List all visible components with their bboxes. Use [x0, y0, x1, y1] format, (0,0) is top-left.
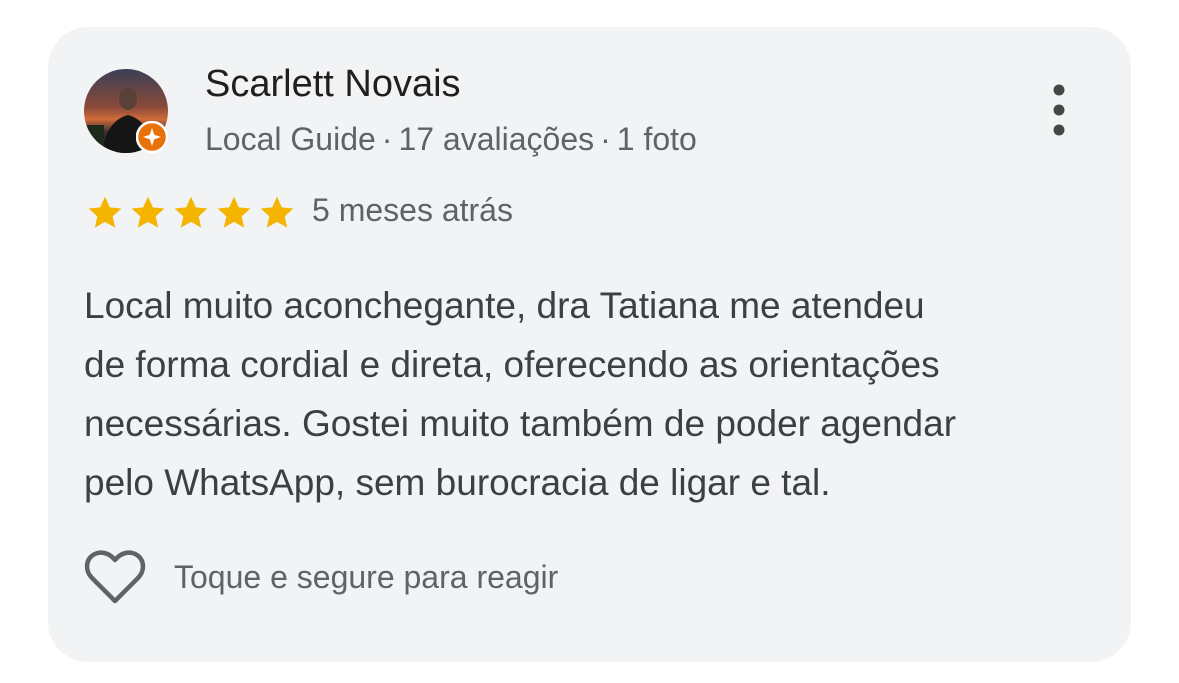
avatar[interactable]: [84, 69, 168, 153]
author-name[interactable]: Scarlett Novais: [205, 63, 461, 106]
star-icon: [174, 196, 208, 228]
star-rating: [84, 193, 298, 233]
review-text-line: pelo WhatsApp, sem burocracia de ligar e…: [84, 462, 831, 503]
react-button[interactable]: Toque e segure para reagir: [84, 549, 558, 605]
review-count: 17 avaliações: [398, 121, 595, 157]
photo-count: 1 foto: [616, 121, 697, 157]
review-text-line: Local muito aconchegante, dra Tatiana me…: [84, 285, 925, 326]
author-badge-label: Local Guide: [205, 121, 376, 157]
star-icon: [88, 196, 122, 228]
local-guide-badge-icon: [136, 121, 168, 153]
more-vert-icon[interactable]: [1044, 83, 1074, 139]
react-label: Toque e segure para reagir: [174, 558, 559, 595]
star-icon: [131, 196, 165, 228]
heart-outline-icon: [84, 550, 146, 604]
star-icon: [260, 196, 294, 228]
review-text-line: necessárias. Gostei muito também de pode…: [84, 403, 957, 444]
author-meta: Local Guide · 17 avaliações · 1 foto: [205, 121, 697, 158]
review-text-line: de forma cordial e direta, oferecendo as…: [84, 344, 940, 385]
review-card: Scarlett Novais Local Guide · 17 avaliaçõe…: [48, 27, 1131, 662]
meta-separator: ·: [381, 121, 393, 157]
meta-separator: ·: [600, 121, 611, 157]
star-icon: [217, 196, 251, 228]
review-time: 5 meses atrás: [312, 192, 513, 228]
review-text: Local muito aconchegante, dra Tatiana me…: [84, 276, 1104, 512]
